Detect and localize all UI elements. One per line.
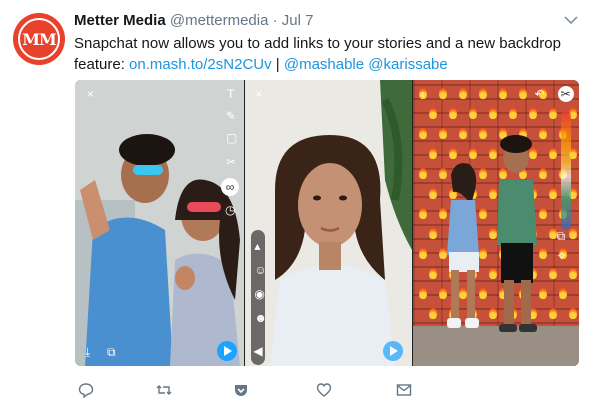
tweet-text-line1: Snapchat now allows you to add links to … — [74, 35, 561, 52]
chevron-down-icon[interactable] — [563, 14, 579, 26]
media-photo-couple-sunglasses[interactable]: × T ✎ ▢ ✂ ∞ ◷ ⤓ ⧉ — [75, 80, 245, 366]
pocket-icon — [235, 385, 247, 396]
like-icon — [316, 383, 332, 397]
scissors-icon[interactable]: ✂ — [557, 86, 574, 102]
avatar[interactable]: MM — [13, 13, 65, 65]
sound-icon[interactable]: ◀ — [253, 345, 262, 357]
pencil-icon[interactable]: ✎ — [226, 110, 236, 122]
backdrop-lens-icon[interactable]: ▴ — [254, 240, 260, 252]
author-handle[interactable]: @mettermedia — [170, 12, 269, 29]
share-story-icon[interactable]: ⧉ — [107, 346, 116, 358]
mention-karissabe[interactable]: @karissabe — [368, 56, 447, 73]
tweet-date[interactable]: Jul 7 — [282, 12, 314, 29]
message-button[interactable] — [394, 380, 414, 400]
portrait-illustration — [245, 80, 412, 366]
back-arrow-icon[interactable]: ‹ — [421, 88, 425, 100]
mention-mashable[interactable]: @mashable — [284, 56, 364, 73]
tweet-text: Snapchat now allows you to add links to … — [74, 33, 574, 75]
close-icon[interactable]: × — [87, 88, 94, 100]
emoji-brush-palette[interactable] — [560, 110, 571, 230]
tweet-text-separator: | — [271, 56, 284, 73]
media-photo-emoji-backdrop[interactable]: ‹ ↶ ✂ ⧉ ✧ — [411, 80, 579, 366]
like-button[interactable] — [314, 380, 334, 400]
link-icon[interactable]: ∞ — [221, 178, 239, 196]
mask-lens-icon[interactable]: ☻ — [254, 312, 267, 324]
crop-icon[interactable]: ⧉ — [557, 230, 566, 242]
send-button-icon[interactable] — [217, 341, 237, 361]
retweet-button[interactable] — [154, 380, 174, 400]
author-name[interactable]: Metter Media — [74, 12, 166, 29]
reply-button[interactable] — [76, 380, 96, 400]
couple-standing-illustration — [446, 135, 537, 332]
tweet[interactable]: MM Metter Media @mettermedia · Jul 7 Sna… — [0, 0, 593, 413]
paint-icon[interactable]: ✧ — [557, 250, 567, 262]
media-photo-woman-portrait[interactable]: × ▴ ☺ ◉ ☻ ◀ — [244, 80, 412, 366]
pocket-button[interactable] — [231, 380, 251, 400]
avatar-logo-ring: MM — [18, 18, 60, 60]
tweet-header: Metter Media @mettermedia · Jul 7 — [74, 12, 313, 29]
message-icon — [396, 384, 412, 396]
scissors-icon[interactable]: ✂ — [226, 156, 236, 168]
tweet-actions — [0, 380, 593, 400]
sticker-icon[interactable]: ▢ — [226, 132, 237, 144]
cat-lens-icon[interactable]: ☺ — [254, 264, 266, 276]
tweet-link[interactable]: on.mash.to/2sN2CUv — [129, 56, 272, 73]
undo-icon[interactable]: ↶ — [535, 88, 545, 100]
download-icon[interactable]: ⤓ — [85, 346, 90, 358]
close-icon[interactable]: × — [255, 88, 262, 100]
timer-icon[interactable]: ◷ — [225, 204, 235, 216]
tweet-text-prefix: feature: — [74, 56, 130, 73]
filter-lens-icon[interactable]: ◉ — [254, 288, 264, 300]
reply-icon — [78, 383, 94, 398]
meta-separator: · — [272, 12, 278, 29]
text-tool-icon[interactable]: T — [227, 88, 234, 100]
couple-illustration — [75, 80, 245, 366]
media-grid[interactable]: × T ✎ ▢ ✂ ∞ ◷ ⤓ ⧉ × ▴ ☺ ◉ ☻ ◀ ‹ ↶ ✂ ⧉ ✧ — [75, 80, 579, 366]
retweet-icon — [156, 385, 172, 395]
avatar-logo-text: MM — [22, 29, 56, 49]
